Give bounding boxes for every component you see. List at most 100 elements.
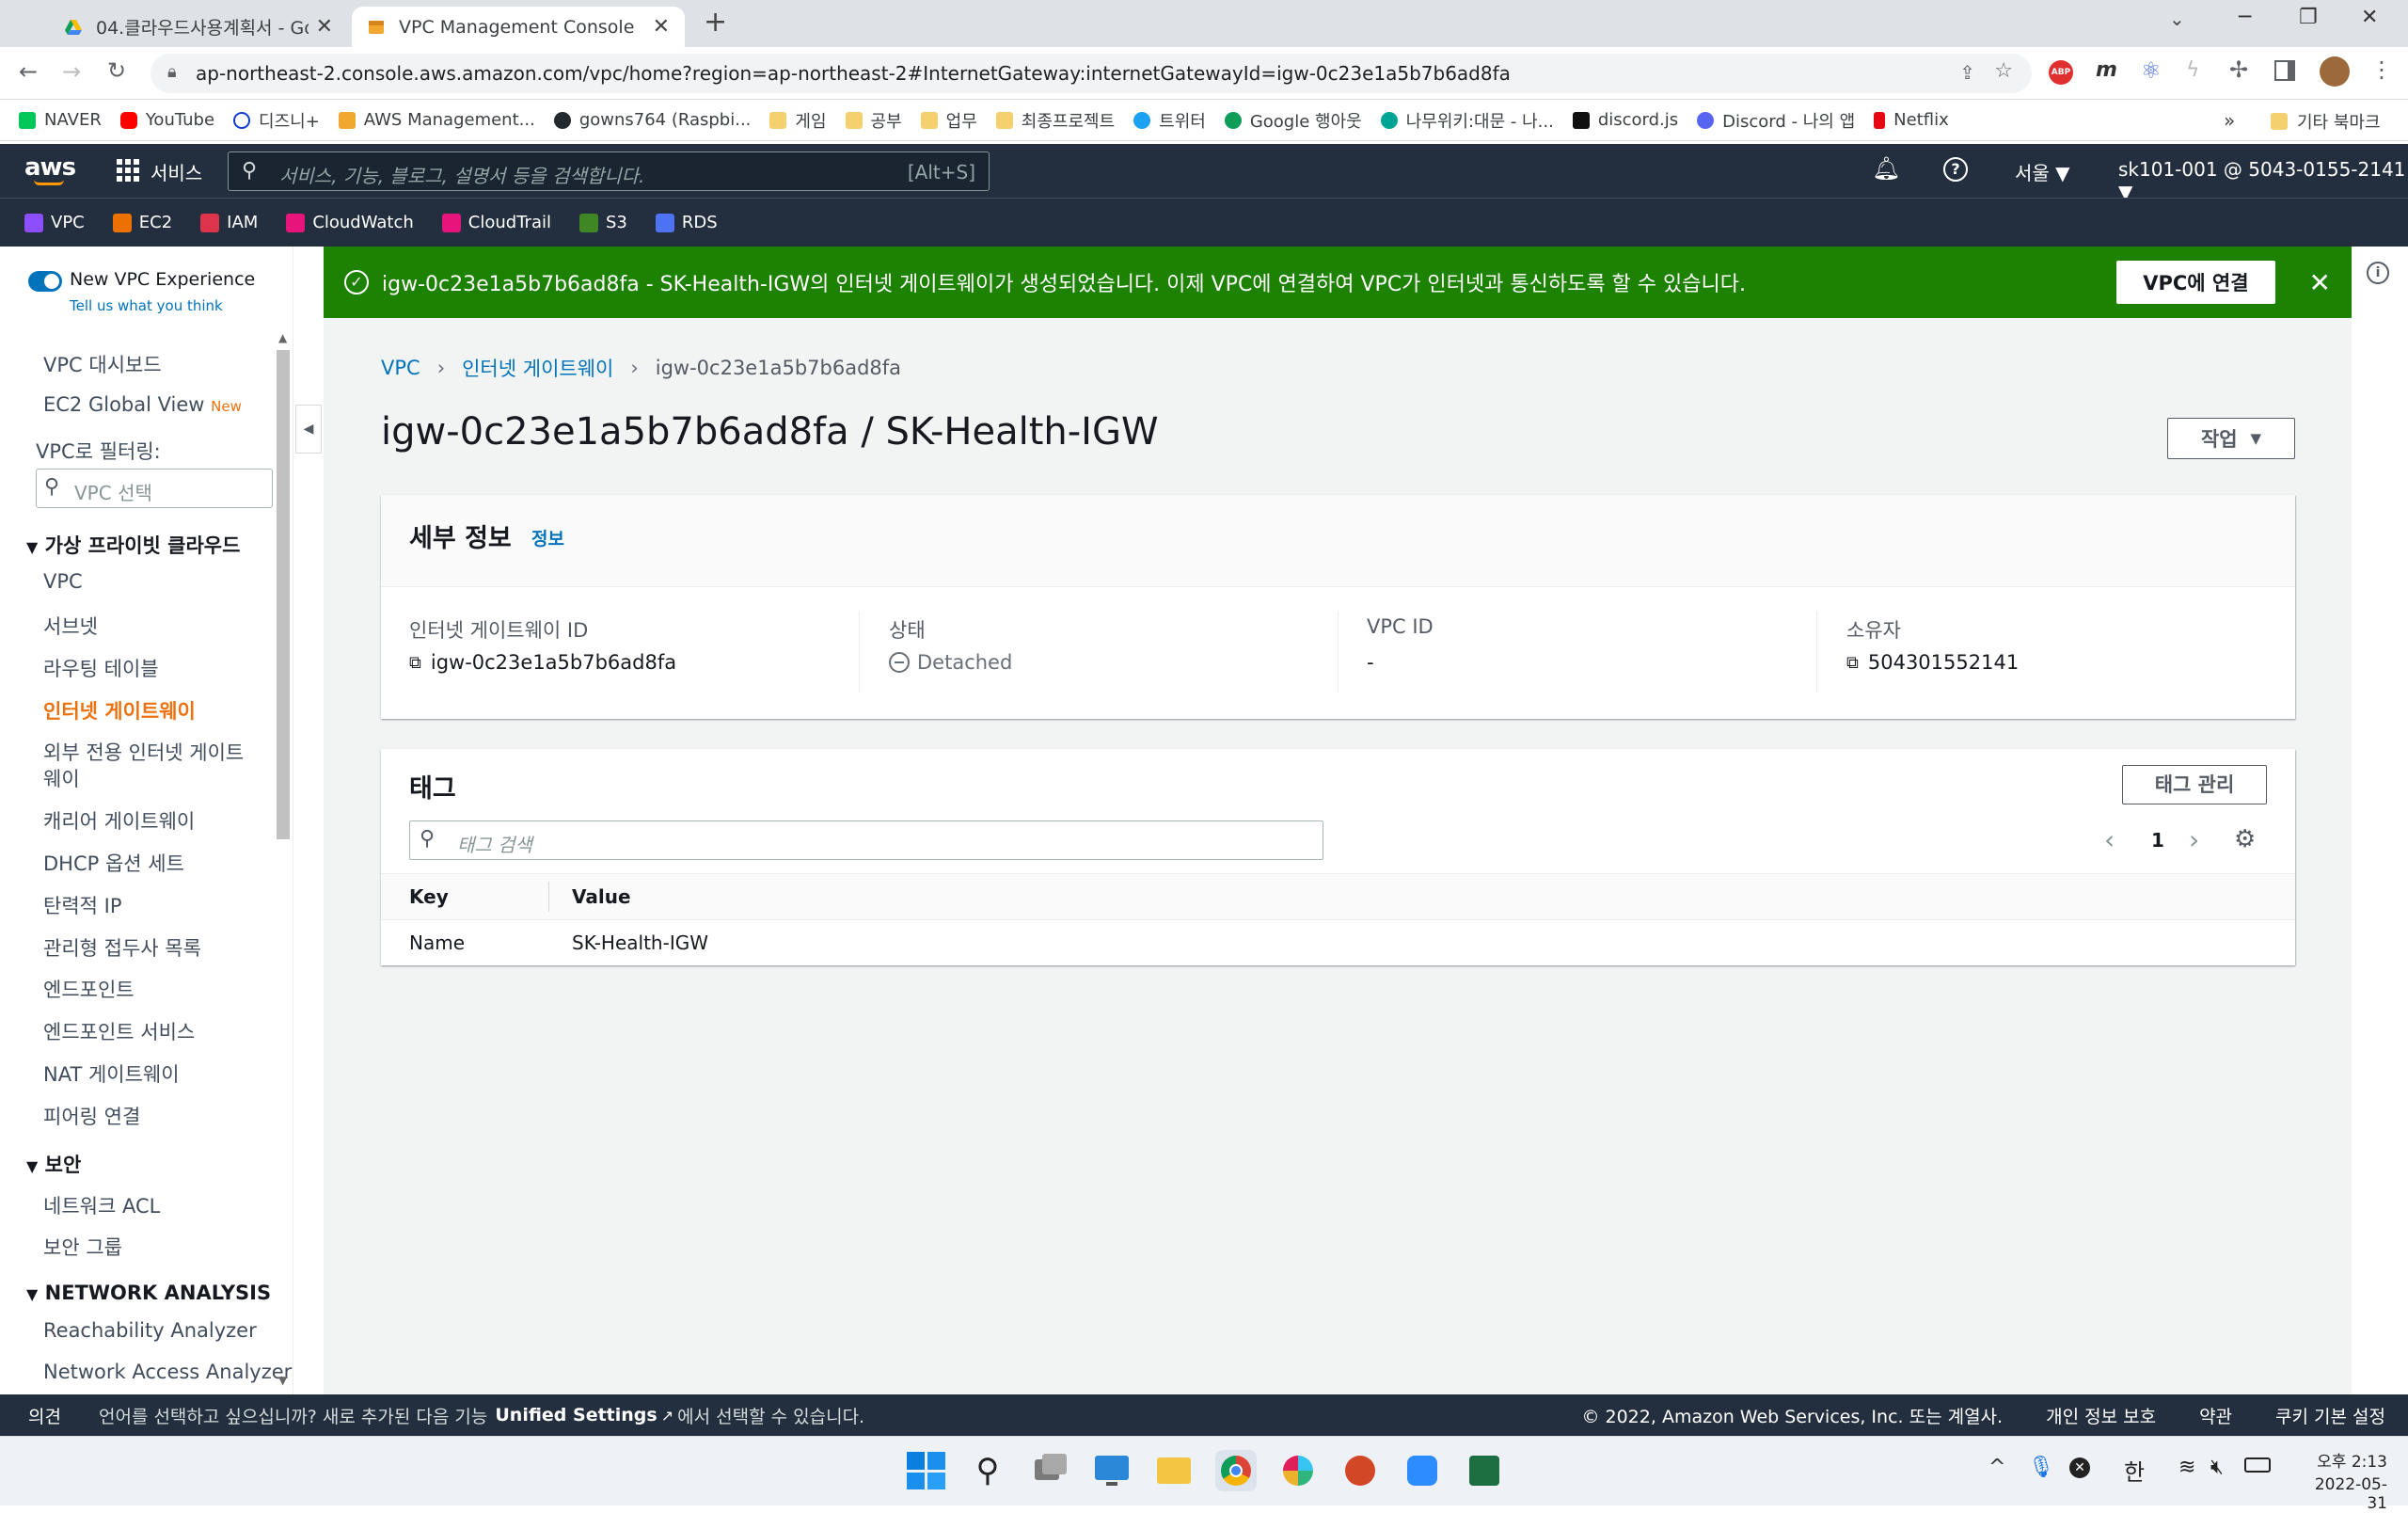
favorite-vpc[interactable]: VPC — [24, 213, 85, 232]
sidebar-item-carrier-gateway[interactable]: 캐리어 게이트웨이 — [43, 806, 195, 835]
bookmark-namuwiki[interactable]: 나무위키:대문 - 나... — [1380, 108, 1554, 133]
bookmark-youtube[interactable]: YouTube — [119, 110, 214, 130]
bookmark-twitter[interactable]: 트위터 — [1133, 108, 1206, 133]
new-tab-button[interactable]: + — [704, 6, 727, 39]
lightning-icon[interactable]: ϟ — [2186, 58, 2200, 82]
notifications-bell-icon[interactable]: 🔔︎ — [1872, 155, 1900, 182]
extensions-puzzle-icon[interactable]: ✢ — [2229, 56, 2248, 83]
sidebar-item-security-groups[interactable]: 보안 그룹 — [43, 1233, 122, 1261]
share-icon[interactable]: ⇪ — [1959, 61, 1975, 84]
sidebar-item-nat-gateway[interactable]: NAT 게이트웨이 — [43, 1059, 180, 1088]
bookmark-github[interactable]: gowns764 (Raspbi... — [553, 110, 751, 130]
collapse-sidebar-button[interactable]: ◀ — [295, 405, 322, 454]
breadcrumb-vpc[interactable]: VPC — [381, 357, 420, 379]
sidebar-item-dashboard[interactable]: VPC 대시보드 — [43, 350, 162, 378]
file-explorer-icon[interactable] — [1153, 1450, 1195, 1491]
terms-link[interactable]: 약관 — [2199, 1403, 2232, 1428]
powerpoint-icon[interactable] — [1339, 1450, 1381, 1491]
chrome-menu-icon[interactable]: ⋮ — [2370, 56, 2393, 83]
bookmark-discordjs[interactable]: discord.js — [1572, 110, 1678, 130]
scroll-down-icon[interactable]: ▼ — [278, 1374, 287, 1387]
services-menu[interactable]: 서비스 — [150, 158, 202, 185]
feedback-link[interactable]: Tell us what you think — [70, 297, 223, 314]
favorite-s3[interactable]: S3 — [578, 213, 627, 232]
clock[interactable]: 오후 2:13 2022-05-31 — [2303, 1448, 2387, 1513]
sidebar-item-egress-only-igw-cont[interactable]: 웨이 — [43, 764, 80, 792]
favorite-cloudtrail[interactable]: CloudTrail — [441, 213, 551, 232]
column-key[interactable]: Key — [409, 885, 449, 908]
section-network-analysis[interactable]: ▼ NETWORK ANALYSIS — [26, 1282, 271, 1304]
sidebar-item-reachability-analyzer[interactable]: Reachability Analyzer — [43, 1319, 257, 1342]
ime-indicator[interactable]: 한 — [2124, 1454, 2145, 1487]
bookmark-hangouts[interactable]: Google 행아웃 — [1224, 108, 1362, 133]
tray-app-icon[interactable]: ✕ — [2069, 1457, 2090, 1478]
tab-search-icon[interactable]: ⌄ — [2169, 8, 2185, 30]
forward-icon[interactable]: → — [62, 58, 81, 85]
privacy-link[interactable]: 개인 정보 보호 — [2046, 1403, 2156, 1428]
microphone-icon[interactable]: 🎙︎ — [2028, 1456, 2054, 1479]
new-experience-toggle[interactable] — [28, 271, 62, 292]
sidebar-item-endpoints[interactable]: 엔드포인트 — [43, 975, 135, 1003]
cookie-preferences-link[interactable]: 쿠키 기본 설정 — [2275, 1403, 2385, 1428]
sidebar-item-peering[interactable]: 피어링 연결 — [43, 1102, 140, 1130]
close-tab-icon[interactable]: ✕ — [653, 15, 670, 39]
close-tab-icon[interactable]: ✕ — [316, 15, 333, 39]
info-link[interactable]: 정보 — [531, 525, 564, 550]
dismiss-flash-icon[interactable]: ✕ — [2309, 267, 2331, 298]
breadcrumb-internet-gateways[interactable]: 인터넷 게이트웨이 — [462, 354, 613, 382]
reload-icon[interactable]: ↻ — [107, 57, 126, 84]
sidebar-item-egress-only-igw[interactable]: 외부 전용 인터넷 게이트 — [43, 738, 244, 766]
help-icon[interactable]: ? — [1943, 157, 1968, 182]
sidebar-item-network-acl[interactable]: 네트워크 ACL — [43, 1191, 160, 1219]
close-window-button[interactable]: ✕ — [2361, 6, 2378, 29]
bookmark-aws[interactable]: AWS Management... — [338, 110, 535, 130]
copy-icon[interactable]: ⧉ — [409, 653, 421, 673]
volume-muted-icon[interactable]: 🔇︎ — [2210, 1456, 2224, 1479]
sidebar-item-global-view[interactable]: EC2 Global View New — [43, 393, 242, 416]
bookmark-netflix[interactable]: Netflix — [1874, 110, 1949, 130]
section-private-cloud[interactable]: ▼ 가상 프라이빗 클라우드 — [26, 531, 240, 559]
profile-avatar[interactable] — [2320, 56, 2350, 87]
aws-logo[interactable]: aws — [24, 153, 76, 182]
wifi-icon[interactable]: ≋ — [2178, 1456, 2195, 1479]
bookmark-folder-game[interactable]: 게임 — [769, 108, 827, 133]
bookmark-folder-work[interactable]: 업무 — [920, 108, 977, 133]
start-button[interactable] — [905, 1450, 946, 1491]
page-number[interactable]: 1 — [2151, 829, 2164, 852]
actions-button[interactable]: 작업 ▼ — [2167, 418, 2295, 459]
bookmark-disney[interactable]: 디즈니+ — [233, 108, 320, 133]
back-icon[interactable]: ← — [19, 58, 38, 85]
favorite-iam[interactable]: IAM — [200, 213, 258, 232]
excel-icon[interactable] — [1464, 1450, 1505, 1491]
sidebar-item-endpoint-services[interactable]: 엔드포인트 서비스 — [43, 1017, 195, 1045]
bookmark-folder-project[interactable]: 최종프로젝트 — [995, 108, 1115, 133]
slack-icon[interactable] — [1277, 1450, 1319, 1491]
extension-m-icon[interactable]: m — [2096, 58, 2117, 82]
manage-tags-button[interactable]: 태그 관리 — [2122, 765, 2267, 804]
feedback-button[interactable]: 의견 — [28, 1403, 61, 1428]
chrome-icon[interactable] — [1215, 1450, 1257, 1491]
region-selector[interactable]: 서울 ▼ — [2015, 158, 2070, 185]
side-panel-icon[interactable] — [2274, 60, 2295, 81]
sidebar-item-subnet[interactable]: 서브넷 — [43, 612, 98, 640]
react-devtools-icon[interactable]: ⚛ — [2141, 57, 2162, 84]
sidebar-item-vpc[interactable]: VPC — [43, 570, 83, 593]
aws-search-box[interactable]: ⚲ 서비스, 기능, 블로그, 설명서 등을 검색합니다. [Alt+S] — [228, 151, 990, 191]
section-security[interactable]: ▼ 보안 — [26, 1150, 81, 1178]
preferences-gear-icon[interactable]: ⚙ — [2234, 825, 2256, 853]
other-bookmarks-folder[interactable]: 기타 북마크 — [2271, 109, 2381, 134]
services-grid-icon[interactable] — [117, 159, 139, 182]
minimize-button[interactable]: ─ — [2239, 6, 2251, 29]
search-icon[interactable]: ⚲ — [967, 1450, 1008, 1491]
tab-vpc-console[interactable]: VPC Management Console ✕ — [352, 7, 685, 47]
favorite-cloudwatch[interactable]: CloudWatch — [286, 213, 414, 232]
restore-button[interactable]: ❐ — [2299, 6, 2318, 29]
prev-page-icon[interactable]: ‹ — [2104, 824, 2115, 855]
next-page-icon[interactable]: › — [2189, 824, 2199, 855]
bookmark-folder-study[interactable]: 공부 — [845, 108, 902, 133]
attach-to-vpc-button[interactable]: VPC에 연결 — [2116, 261, 2275, 304]
bookmark-discord-apps[interactable]: Discord - 나의 앱 — [1697, 108, 1855, 133]
battery-icon[interactable] — [2244, 1457, 2271, 1473]
sidebar-item-route-table[interactable]: 라우팅 테이블 — [43, 654, 159, 682]
tag-search-input[interactable]: ⚲ 태그 검색 — [409, 820, 1323, 860]
